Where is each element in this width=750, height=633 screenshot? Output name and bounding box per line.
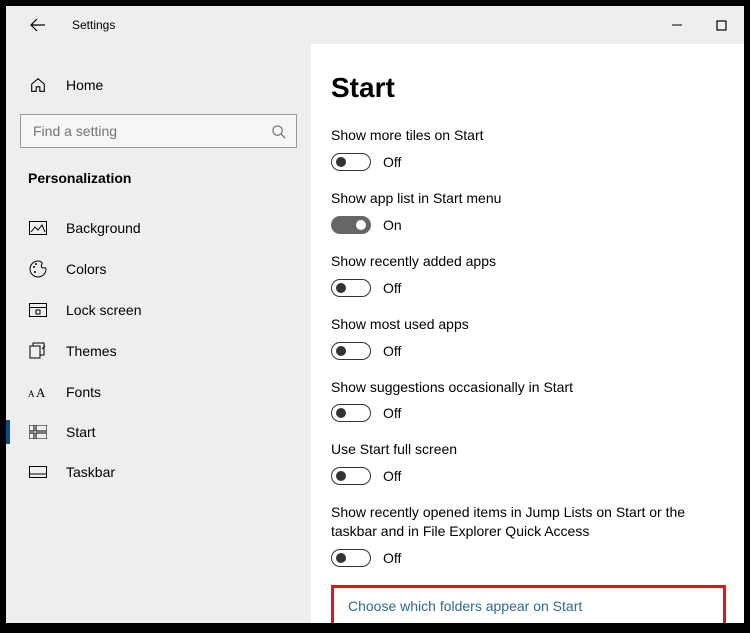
sidebar-item-label: Fonts: [66, 384, 101, 400]
taskbar-icon: [28, 466, 48, 478]
highlighted-link-box: Choose which folders appear on Start: [331, 585, 726, 623]
sidebar: Home Personalization Background: [6, 44, 311, 623]
app-title: Settings: [72, 18, 115, 32]
sidebar-item-label: Start: [66, 424, 96, 440]
toggle-knob-icon: [336, 471, 346, 481]
toggle-knob-icon: [336, 553, 346, 563]
toggle-state-label: Off: [383, 343, 401, 359]
toggle-switch[interactable]: [331, 153, 371, 171]
toggle-state-label: Off: [383, 280, 401, 296]
toggle-state-label: Off: [383, 405, 401, 421]
choose-folders-link[interactable]: Choose which folders appear on Start: [348, 598, 582, 614]
toggle-state-label: On: [383, 217, 402, 233]
toggle-knob-icon: [336, 408, 346, 418]
toggle-state-label: Off: [383, 550, 401, 566]
sidebar-item-label: Background: [66, 220, 141, 236]
sidebar-item-label: Colors: [66, 261, 106, 277]
toggle-knob-icon: [336, 283, 346, 293]
content-area: Start Show more tiles on Start Off Show ap…: [311, 44, 744, 623]
home-button[interactable]: Home: [6, 66, 311, 104]
home-label: Home: [66, 77, 103, 93]
sidebar-item-background[interactable]: Background: [6, 208, 311, 248]
fonts-icon: AA: [28, 385, 48, 399]
palette-icon: [28, 260, 48, 278]
setting-row: Show recently opened items in Jump Lists…: [331, 503, 726, 567]
sidebar-item-colors[interactable]: Colors: [6, 248, 311, 290]
search-icon: [271, 124, 286, 139]
sidebar-item-start[interactable]: Start: [6, 412, 311, 452]
toggle-row: Off: [331, 549, 726, 567]
start-icon: [28, 425, 48, 439]
minimize-button[interactable]: [654, 6, 699, 44]
lockscreen-icon: [28, 303, 48, 317]
search-input[interactable]: [31, 122, 271, 140]
toggle-switch[interactable]: [331, 216, 371, 234]
sidebar-item-label: Themes: [66, 343, 117, 359]
back-arrow-icon: [30, 17, 46, 33]
toggle-knob-icon: [336, 346, 346, 356]
setting-row: Show most used apps Off: [331, 315, 726, 360]
setting-label: Show app list in Start menu: [331, 189, 726, 208]
themes-icon: [28, 342, 48, 360]
toggle-knob-icon: [336, 157, 346, 167]
sidebar-items: Background Colors Lock screen: [6, 208, 311, 492]
window-controls: [654, 6, 744, 44]
toggle-switch[interactable]: [331, 404, 371, 422]
sidebar-item-label: Lock screen: [66, 302, 141, 318]
toggle-row: Off: [331, 153, 726, 171]
setting-row: Show app list in Start menu On: [331, 189, 726, 234]
svg-text:A: A: [36, 385, 46, 399]
toggle-state-label: Off: [383, 154, 401, 170]
maximize-button[interactable]: [699, 6, 744, 44]
settings-list: Show more tiles on Start Off Show app list…: [331, 126, 726, 567]
toggle-row: On: [331, 216, 726, 234]
minimize-icon: [671, 19, 683, 31]
toggle-row: Off: [331, 467, 726, 485]
maximize-icon: [716, 20, 727, 31]
setting-row: Use Start full screen Off: [331, 440, 726, 485]
toggle-row: Off: [331, 404, 726, 422]
setting-label: Show recently opened items in Jump Lists…: [331, 503, 726, 541]
setting-label: Use Start full screen: [331, 440, 726, 459]
setting-label: Show recently added apps: [331, 252, 726, 271]
toggle-row: Off: [331, 279, 726, 297]
sidebar-item-taskbar[interactable]: Taskbar: [6, 452, 311, 492]
toggle-switch[interactable]: [331, 342, 371, 360]
setting-label: Show suggestions occasionally in Start: [331, 378, 726, 397]
search-box[interactable]: [20, 114, 297, 148]
setting-row: Show more tiles on Start Off: [331, 126, 726, 171]
setting-row: Show recently added apps Off: [331, 252, 726, 297]
svg-text:A: A: [28, 389, 35, 399]
page-title: Start: [331, 72, 726, 104]
toggle-state-label: Off: [383, 468, 401, 484]
toggle-switch[interactable]: [331, 467, 371, 485]
back-button[interactable]: [24, 11, 52, 39]
toggle-switch[interactable]: [331, 279, 371, 297]
sidebar-item-lockscreen[interactable]: Lock screen: [6, 290, 311, 330]
titlebar: Settings: [6, 6, 744, 44]
sidebar-item-fonts[interactable]: AA Fonts: [6, 372, 311, 412]
toggle-row: Off: [331, 342, 726, 360]
setting-label: Show most used apps: [331, 315, 726, 334]
toggle-switch[interactable]: [331, 549, 371, 567]
picture-icon: [28, 221, 48, 235]
settings-window: Settings Home P: [6, 6, 744, 623]
setting-row: Show suggestions occasionally in Start Of…: [331, 378, 726, 423]
home-icon: [28, 76, 48, 94]
sidebar-item-themes[interactable]: Themes: [6, 330, 311, 372]
setting-label: Show more tiles on Start: [331, 126, 726, 145]
sidebar-item-label: Taskbar: [66, 464, 115, 480]
sidebar-section-header: Personalization: [6, 162, 311, 200]
toggle-knob-icon: [356, 220, 366, 230]
